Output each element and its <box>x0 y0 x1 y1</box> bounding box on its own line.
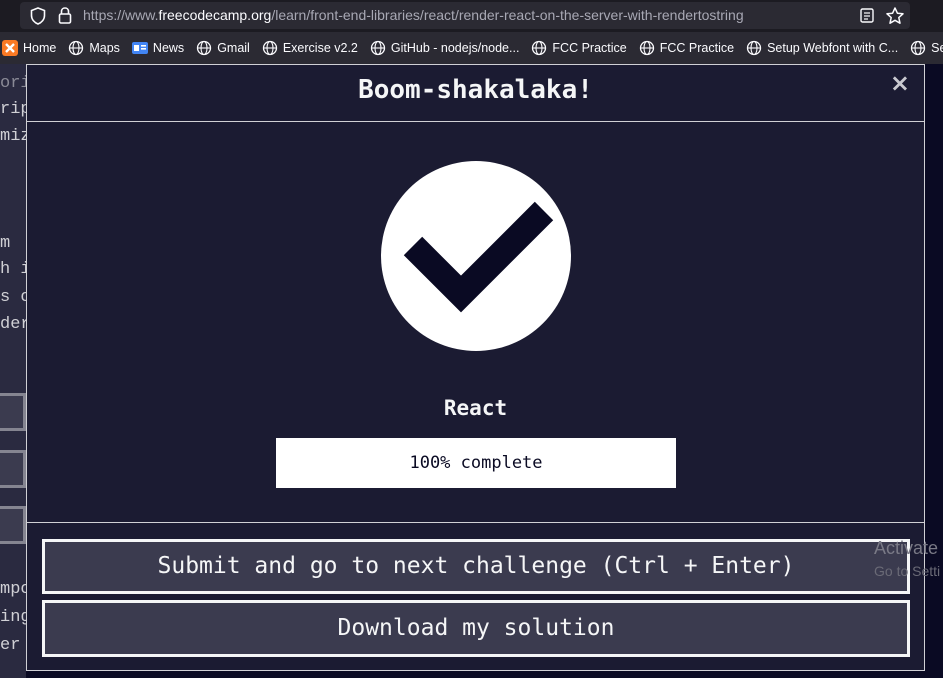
browser-toolbar: https://www.freecodecamp.org/learn/front… <box>0 0 943 32</box>
bookmark-label: Gmail <box>217 41 250 55</box>
activate-windows-watermark: Activate <box>874 538 939 558</box>
globe-icon <box>370 40 386 56</box>
modal-title: Boom-shakalaka! <box>358 75 593 105</box>
background-code-box <box>0 506 26 544</box>
bookmark-label: Exercise v2.2 <box>282 41 358 55</box>
background-text: m <box>0 234 11 253</box>
google-news-icon <box>131 40 148 56</box>
bookmark-item[interactable]: Exercise v2.2 <box>262 40 358 56</box>
reader-view-icon[interactable] <box>860 8 874 23</box>
background-text: er <box>0 636 21 655</box>
download-solution-button[interactable]: Download my solution <box>42 600 910 657</box>
bookmarks-bar: Home Maps News Gmail Exercise v2.2 GitHub - n… <box>0 32 943 64</box>
bookmark-label: Setup Webfont with C... <box>767 41 899 55</box>
url-path: /learn/front-end-libraries/react/render-… <box>271 7 744 23</box>
globe-icon <box>68 40 84 56</box>
bookmark-item[interactable]: Setup Webfont with C... <box>746 40 898 56</box>
checkmark-icon <box>403 201 554 313</box>
bookmark-label: GitHub - nodejs/node... <box>390 41 520 55</box>
bookmark-label: News <box>152 41 185 55</box>
progress-text: 100% complete <box>409 453 543 473</box>
lock-icon[interactable] <box>58 7 72 24</box>
bookmark-item[interactable]: News <box>131 40 185 56</box>
bookmark-item[interactable]: GitHub - nodejs/node... <box>370 40 520 56</box>
bookmark-item[interactable]: Setup Webf <box>910 40 943 56</box>
bookmark-item[interactable]: Gmail <box>196 40 250 56</box>
modal-header: Boom-shakalaka! × <box>27 65 924 122</box>
url-host: freecodecamp.org <box>158 7 272 23</box>
url-prefix: https://www. <box>83 7 159 23</box>
bookmark-star-icon[interactable] <box>885 6 905 26</box>
bookmark-item[interactable]: FCC Practice <box>639 40 734 56</box>
bookmark-item[interactable]: Home <box>2 40 56 56</box>
bookmark-item[interactable]: Maps <box>68 40 120 56</box>
bookmark-item[interactable]: FCC Practice <box>531 40 627 56</box>
xampp-icon <box>2 40 18 56</box>
globe-icon <box>531 40 547 56</box>
globe-icon <box>196 40 212 56</box>
close-button[interactable]: × <box>890 69 910 97</box>
activate-windows-hint: Go to Setti <box>874 563 941 579</box>
bookmark-label: Home <box>23 41 57 55</box>
progress-bar: 100% complete <box>276 438 676 488</box>
url-text[interactable]: https://www.freecodecamp.org/learn/front… <box>83 7 744 23</box>
submit-next-challenge-button[interactable]: Submit and go to next challenge (Ctrl + … <box>42 539 910 594</box>
completion-modal: Boom-shakalaka! × React 100% complete Su… <box>26 64 925 671</box>
globe-icon <box>910 40 926 56</box>
background-code-box <box>0 450 26 488</box>
bookmark-label: Setup Webf <box>931 41 943 55</box>
course-name: React <box>443 396 508 420</box>
bookmark-label: FCC Practice <box>552 41 627 55</box>
globe-icon <box>746 40 762 56</box>
background-code-box <box>0 393 26 431</box>
globe-icon <box>639 40 655 56</box>
bookmark-label: Maps <box>89 41 120 55</box>
globe-icon <box>262 40 278 56</box>
shield-icon[interactable] <box>30 7 46 25</box>
success-badge <box>381 161 571 351</box>
bookmark-label: FCC Practice <box>659 41 735 55</box>
modal-divider <box>27 522 924 523</box>
